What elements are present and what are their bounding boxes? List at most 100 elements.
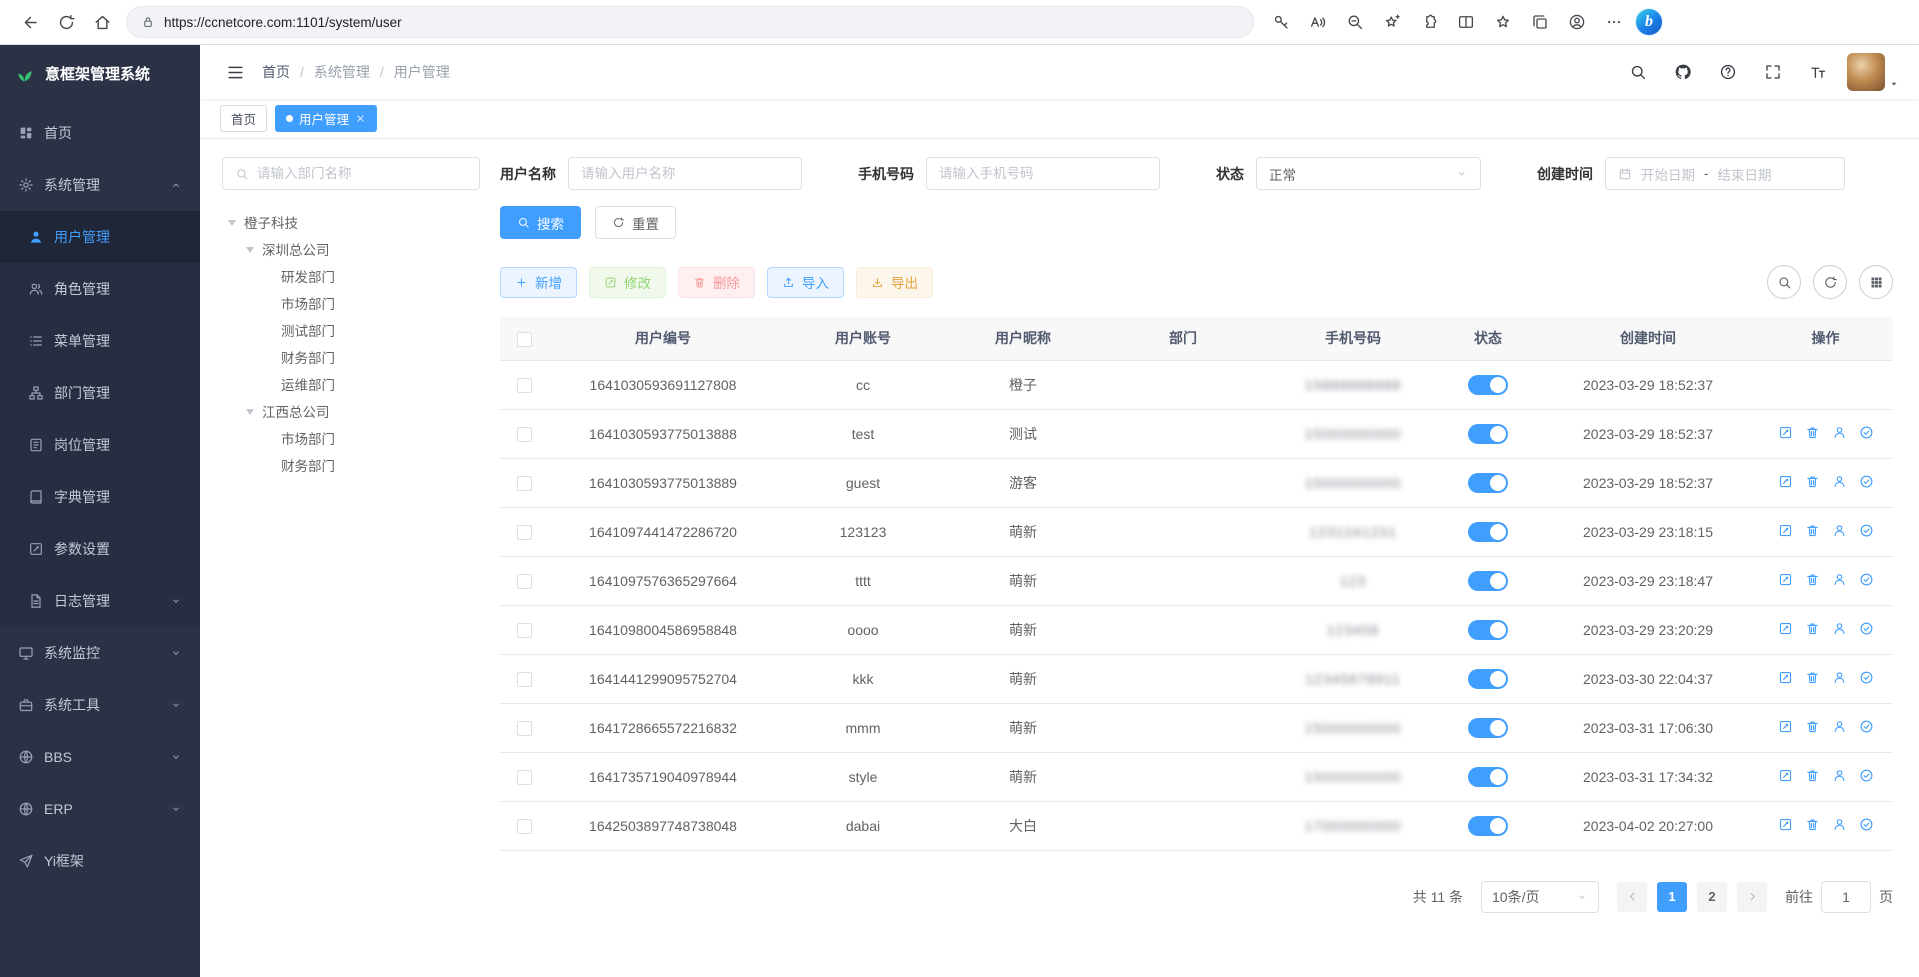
sidebar-item[interactable]: 系统监控 xyxy=(0,627,200,679)
delete-action-button[interactable] xyxy=(1805,719,1820,734)
assign-role-action-button[interactable] xyxy=(1859,621,1874,636)
delete-button[interactable]: 删除 xyxy=(678,267,755,298)
status-select[interactable]: 正常 xyxy=(1256,157,1481,190)
sidebar-item[interactable]: 首页 xyxy=(0,107,200,159)
status-toggle[interactable] xyxy=(1468,620,1508,640)
row-checkbox[interactable] xyxy=(517,525,532,540)
row-checkbox[interactable] xyxy=(517,574,532,589)
sidebar-item[interactable]: 岗位管理 xyxy=(0,419,200,471)
sidebar-item[interactable]: 系统管理 xyxy=(0,159,200,211)
status-toggle[interactable] xyxy=(1468,816,1508,836)
status-toggle[interactable] xyxy=(1468,473,1508,493)
search-tool-button[interactable] xyxy=(1767,265,1801,299)
edit-action-button[interactable] xyxy=(1778,474,1793,489)
edit-action-button[interactable] xyxy=(1778,572,1793,587)
sidebar-item[interactable]: 日志管理 xyxy=(0,575,200,627)
assign-role-action-button[interactable] xyxy=(1859,670,1874,685)
page-button[interactable]: 2 xyxy=(1697,882,1727,912)
row-checkbox[interactable] xyxy=(517,672,532,687)
page-size-select[interactable]: 10条/页 xyxy=(1481,881,1599,913)
status-toggle[interactable] xyxy=(1468,522,1508,542)
sidebar-item[interactable]: 菜单管理 xyxy=(0,315,200,367)
zoom-button[interactable] xyxy=(1340,6,1370,38)
sidebar-item[interactable]: 参数设置 xyxy=(0,523,200,575)
breadcrumb-item[interactable]: 首页 xyxy=(262,62,290,82)
status-toggle[interactable] xyxy=(1468,669,1508,689)
delete-action-button[interactable] xyxy=(1805,621,1820,636)
edit-action-button[interactable] xyxy=(1778,817,1793,832)
sidebar-item[interactable]: 字典管理 xyxy=(0,471,200,523)
status-toggle[interactable] xyxy=(1468,424,1508,444)
tree-expand-caret-icon[interactable] xyxy=(228,220,236,230)
username-input[interactable] xyxy=(568,157,802,190)
github-button[interactable] xyxy=(1668,57,1698,87)
fullscreen-button[interactable] xyxy=(1758,57,1788,87)
more-button[interactable] xyxy=(1599,6,1629,38)
delete-action-button[interactable] xyxy=(1805,670,1820,685)
sidebar-item[interactable]: 角色管理 xyxy=(0,263,200,315)
edit-action-button[interactable] xyxy=(1778,670,1793,685)
edit-action-button[interactable] xyxy=(1778,719,1793,734)
delete-action-button[interactable] xyxy=(1805,523,1820,538)
reset-password-action-button[interactable] xyxy=(1832,719,1847,734)
status-toggle[interactable] xyxy=(1468,375,1508,395)
extensions-button[interactable] xyxy=(1414,6,1444,38)
help-button[interactable] xyxy=(1713,57,1743,87)
tab-close-icon[interactable] xyxy=(355,113,366,124)
tree-node[interactable]: 江西总公司 xyxy=(222,397,480,424)
tab-item[interactable]: 首页 xyxy=(220,105,267,132)
sidebar-item[interactable]: BBS xyxy=(0,731,200,783)
row-checkbox[interactable] xyxy=(517,476,532,491)
collections-button[interactable] xyxy=(1525,6,1555,38)
edit-action-button[interactable] xyxy=(1778,621,1793,636)
page-button[interactable]: 1 xyxy=(1657,882,1687,912)
reset-button[interactable]: 重置 xyxy=(595,206,676,239)
bing-icon[interactable]: b xyxy=(1636,9,1662,35)
tree-node[interactable]: 橙子科技 xyxy=(222,208,480,235)
row-checkbox[interactable] xyxy=(517,623,532,638)
sidebar-item[interactable]: 部门管理 xyxy=(0,367,200,419)
user-avatar-menu[interactable] xyxy=(1847,53,1899,91)
next-page-button[interactable] xyxy=(1737,882,1767,912)
tree-node[interactable]: 市场部门 xyxy=(222,289,480,316)
row-checkbox[interactable] xyxy=(517,770,532,785)
reset-password-action-button[interactable] xyxy=(1832,425,1847,440)
reset-password-action-button[interactable] xyxy=(1832,670,1847,685)
goto-page-input[interactable] xyxy=(1821,881,1871,913)
key-button[interactable] xyxy=(1266,6,1296,38)
reset-password-action-button[interactable] xyxy=(1832,523,1847,538)
search-button[interactable] xyxy=(1623,57,1653,87)
tab-active[interactable]: 用户管理 xyxy=(275,105,377,132)
export-button[interactable]: 导出 xyxy=(856,267,933,298)
grid-tool-button[interactable] xyxy=(1859,265,1893,299)
tree-expand-caret-icon[interactable] xyxy=(246,409,254,419)
phone-input[interactable] xyxy=(926,157,1160,190)
favorites-add-button[interactable] xyxy=(1377,6,1407,38)
status-toggle[interactable] xyxy=(1468,718,1508,738)
tree-node[interactable]: 研发部门 xyxy=(222,262,480,289)
assign-role-action-button[interactable] xyxy=(1859,768,1874,783)
dept-search-input[interactable] xyxy=(257,166,467,181)
import-button[interactable]: 导入 xyxy=(767,267,844,298)
refresh-tool-button[interactable] xyxy=(1813,265,1847,299)
reset-password-action-button[interactable] xyxy=(1832,572,1847,587)
modify-button[interactable]: 修改 xyxy=(589,267,666,298)
delete-action-button[interactable] xyxy=(1805,572,1820,587)
assign-role-action-button[interactable] xyxy=(1859,817,1874,832)
tree-node[interactable]: 财务部门 xyxy=(222,451,480,478)
read-aloud-button[interactable] xyxy=(1303,6,1333,38)
edit-action-button[interactable] xyxy=(1778,523,1793,538)
select-all-checkbox[interactable] xyxy=(517,332,532,347)
delete-action-button[interactable] xyxy=(1805,768,1820,783)
date-range-picker[interactable]: 开始日期 - 结束日期 xyxy=(1605,157,1845,190)
assign-role-action-button[interactable] xyxy=(1859,523,1874,538)
search-button[interactable]: 搜索 xyxy=(500,206,581,239)
delete-action-button[interactable] xyxy=(1805,474,1820,489)
tree-node[interactable]: 深圳总公司 xyxy=(222,235,480,262)
row-checkbox[interactable] xyxy=(517,427,532,442)
row-checkbox[interactable] xyxy=(517,378,532,393)
edit-action-button[interactable] xyxy=(1778,768,1793,783)
status-toggle[interactable] xyxy=(1468,767,1508,787)
assign-role-action-button[interactable] xyxy=(1859,425,1874,440)
row-checkbox[interactable] xyxy=(517,721,532,736)
